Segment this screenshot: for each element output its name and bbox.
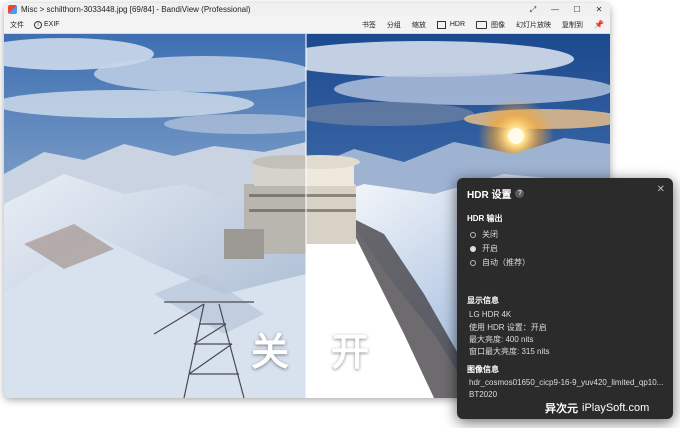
display-line-2: 使用 HDR 设置：开启 [469,323,547,332]
menu-bar: 文件 i EXIF 书签 分组 缩放 HDR 图像 幻灯片放映 复制到 📌 [4,16,610,34]
radio-on-icon [470,245,476,252]
image-line-2: BT2020 [469,390,498,399]
radio-off[interactable]: 关闭 [470,229,498,240]
image-icon [476,20,488,29]
minimize-button[interactable]: — [544,3,566,16]
pin-icon[interactable]: 📌 [594,20,604,29]
hdr-icon [436,20,446,29]
hdr-output-heading: HDR 输出 [467,214,503,223]
radio-auto-label: 自动（推荐） [482,258,530,267]
window-title: Misc > schilthorn-3033448.jpg [69/84] - … [21,5,251,14]
close-icon[interactable]: ✕ [657,184,665,195]
window-controls: ⤢ — ☐ ✕ [522,3,610,16]
close-button[interactable]: ✕ [588,3,610,16]
title-bar[interactable]: Misc > schilthorn-3033448.jpg [69/84] - … [4,3,610,16]
watermark: 异次元 iPlaySoft.com [545,400,649,416]
menu-copy-to[interactable]: 复制到 [562,20,583,30]
help-icon[interactable]: ? [515,189,525,198]
menu-file[interactable]: 文件 [10,20,24,30]
fullscreen-button[interactable]: ⤢ [522,3,544,16]
radio-auto[interactable]: 自动（推荐） [470,257,530,268]
label-on: 开 [331,330,370,374]
maximize-button[interactable]: ☐ [566,3,588,16]
menu-bookmark[interactable]: 书签 [362,20,376,30]
menu-group[interactable]: 分组 [387,20,401,30]
display-line-1: LG HDR 4K [469,310,512,319]
menu-slideshow[interactable]: 幻灯片放映 [516,20,551,30]
display-line-3: 最大亮度: 400 nits [469,335,534,344]
hdr-settings-panel: HDR 设置 ? ✕ HDR 输出 关闭 开启 自动（推荐） 显示信息 LG H… [457,178,673,419]
menu-zoom[interactable]: 缩放 [412,20,426,30]
menu-image-label: 图像 [491,21,506,29]
display-line-4: 窗口最大亮度: 315 nits [469,347,550,356]
display-info-heading: 显示信息 [467,296,499,305]
panel-title: HDR 设置 ? [467,186,525,201]
radio-off-label: 关闭 [482,230,498,239]
watermark-cn: 异次元 [545,403,578,415]
image-line-1: hdr_cosmos01650_cicp9-16-9_yuv420_limite… [469,378,664,387]
radio-auto-icon [470,259,476,266]
menu-exif-label: EXIF [44,21,60,28]
menu-hdr-label: HDR [449,21,466,28]
menu-image[interactable]: 图像 [476,20,505,30]
radio-on-label: 开启 [482,244,498,253]
app-icon [8,5,17,14]
radio-on[interactable]: 开启 [470,243,498,254]
menu-exif[interactable]: i EXIF [34,20,60,29]
panel-title-text: HDR 设置 [467,190,512,201]
label-off: 关 [251,330,290,374]
watermark-en: iPlaySoft.com [582,402,650,414]
menu-hdr[interactable]: HDR [436,20,466,29]
image-info-heading: 图像信息 [467,365,499,374]
info-icon: i [34,20,42,29]
radio-off-icon [470,231,476,238]
